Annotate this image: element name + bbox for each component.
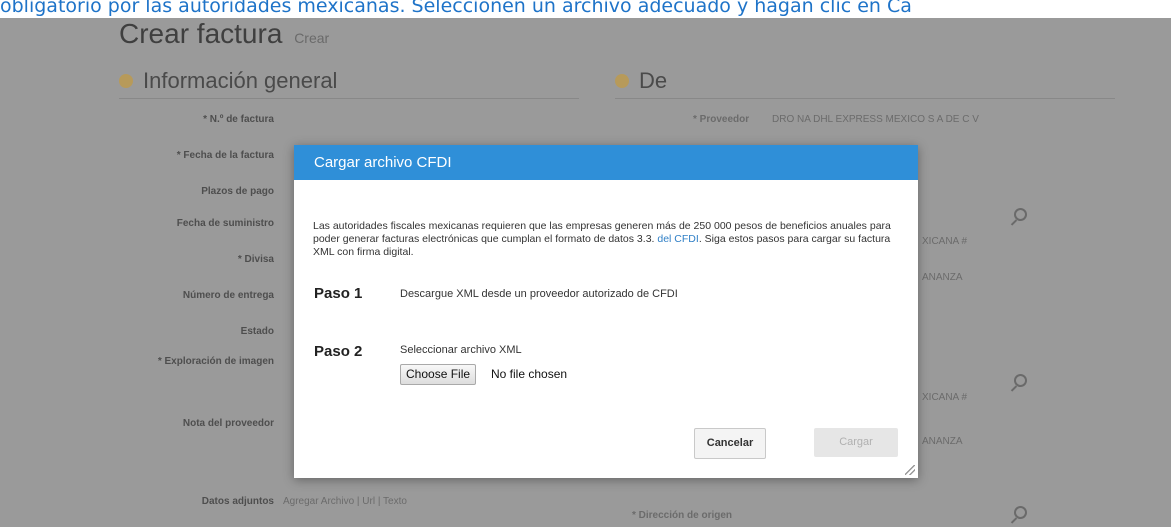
step1-label: Paso 1	[314, 285, 363, 302]
label-image-scan: * Exploración de imagen	[157, 356, 274, 367]
section-bullet-icon	[119, 74, 133, 88]
step1-text: Descargue XML desde un proveedor autoriz…	[400, 288, 678, 300]
label-invoice-number: * N.º de factura	[203, 114, 274, 125]
section-divider	[119, 98, 579, 99]
dialog-description: Las autoridades fiscales mexicanas requi…	[313, 220, 903, 259]
address-fragment: XICANA #	[922, 392, 968, 403]
label-supply-date: Fecha de suministro	[176, 218, 274, 229]
section-divider	[615, 98, 1115, 99]
attachments-links[interactable]: Agregar Archivo | Url | Texto	[283, 496, 407, 507]
label-payment-terms: Plazos de pago	[201, 186, 274, 197]
address-fragment: XICANA #	[922, 236, 968, 247]
page-title-text: Crear factura	[119, 18, 283, 49]
page-title: Crear factura Crear	[119, 18, 329, 50]
dialog-title: Cargar archivo CFDI	[294, 145, 918, 180]
label-supplier-note: Nota del proveedor	[182, 418, 274, 429]
search-icon[interactable]	[1014, 506, 1027, 519]
section-bullet-icon	[615, 74, 629, 88]
address-fragment: ANANZA	[922, 272, 963, 283]
label-invoice-date: * Fecha de la factura	[176, 150, 274, 161]
page-title-sub: Crear	[294, 30, 330, 46]
label-currency: * Divisa	[237, 254, 274, 265]
cancel-button[interactable]: Cancelar	[694, 428, 766, 459]
label-attachments: Datos adjuntos	[201, 496, 274, 507]
instruction-text: obligatorio por las autoridades mexicana…	[0, 0, 1171, 18]
file-status-text: No file chosen	[491, 367, 568, 381]
step2-text: Seleccionar archivo XML	[400, 344, 522, 356]
load-button[interactable]: Cargar	[814, 428, 898, 457]
section-general-info-title: Información general	[143, 68, 338, 93]
cfdi-link[interactable]: del CFDI	[657, 233, 698, 245]
supplier-label: * Proveedor	[693, 114, 750, 125]
section-from-title: De	[639, 68, 668, 93]
cfdi-upload-dialog: Cargar archivo CFDI Las autoridades fisc…	[294, 145, 918, 478]
origin-address-label: * Dirección de origen	[632, 510, 733, 521]
address-fragment: ANANZA	[922, 436, 963, 447]
resize-grip-icon[interactable]	[905, 465, 915, 475]
label-status: Estado	[240, 326, 274, 337]
search-icon[interactable]	[1014, 374, 1027, 387]
label-delivery-number: Número de entrega	[182, 290, 274, 301]
choose-file-button[interactable]: Choose File	[400, 364, 477, 385]
supplier-value: DRO NA DHL EXPRESS MEXICO S A DE C V	[772, 114, 979, 125]
step2-label: Paso 2	[314, 343, 363, 360]
search-icon[interactable]	[1014, 208, 1027, 221]
section-general-info: Información general	[119, 68, 337, 94]
section-from: De	[615, 68, 667, 94]
